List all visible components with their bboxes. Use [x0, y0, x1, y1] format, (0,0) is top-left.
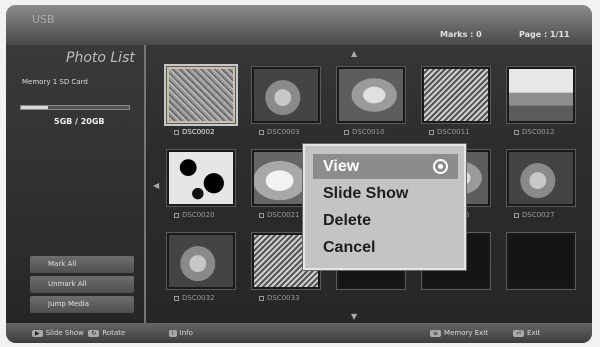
panel-title: Photo List — [66, 50, 135, 66]
hint-memory-label: Memory Exit — [444, 329, 488, 337]
mark-checkbox-icon[interactable] — [429, 129, 434, 135]
context-menu: View Slide Show Delete Cancel — [303, 144, 466, 270]
scroll-down-icon[interactable]: ▼ — [351, 312, 357, 321]
photo-caption: DSC0032 — [174, 294, 215, 302]
photo-caption: DSC0010 — [344, 128, 385, 136]
bottom-bar: ▶ Slide Show ↻ Rotate i Info ≡ Memory Exit ⏎… — [6, 323, 592, 343]
storage-usage-bar — [20, 105, 130, 110]
list-key-icon: ≡ — [430, 330, 442, 337]
top-bar: USB Marks : 0 Page : 1/11 — [6, 5, 592, 45]
photo-caption: DSC0002 — [174, 128, 215, 136]
photo-thumbnail[interactable] — [336, 66, 406, 124]
photo-image — [509, 69, 573, 121]
photo-thumbnail[interactable] — [421, 66, 491, 124]
photo-caption-text: DSC0012 — [522, 128, 555, 136]
photo-caption: DSC0027 — [514, 211, 555, 219]
hint-memory-exit: ≡ Memory Exit — [430, 329, 488, 337]
rotate-icon: ↻ — [88, 330, 100, 337]
device-name: Memory 1 SD Card — [22, 78, 88, 86]
menu-item-slide-show[interactable]: Slide Show — [313, 181, 458, 206]
left-panel: Photo List Memory 1 SD Card 5GB / 20GB M… — [6, 45, 144, 323]
photo-image — [509, 235, 573, 287]
photo-caption-text: DSC0032 — [182, 294, 215, 302]
photo-caption-text: DSC0003 — [267, 128, 300, 136]
hint-slide-label: Slide Show — [45, 329, 84, 337]
photo-caption: DSC0011 — [429, 128, 470, 136]
photo-thumbnail[interactable] — [506, 232, 576, 290]
photo-thumbnail[interactable] — [506, 149, 576, 207]
photo-caption: DSC0003 — [259, 128, 300, 136]
hint-exit-label: Exit — [527, 329, 541, 337]
photo-caption-text: DSC0002 — [182, 128, 215, 136]
mark-checkbox-icon[interactable] — [514, 212, 519, 218]
photo-image — [169, 235, 233, 287]
photo-thumbnail[interactable] — [164, 64, 238, 126]
mark-all-button[interactable]: Mark All — [30, 256, 134, 273]
mark-checkbox-icon[interactable] — [259, 129, 264, 135]
photo-caption-text: DSC0011 — [437, 128, 470, 136]
hint-info: i Info — [169, 329, 193, 337]
photo-image — [169, 152, 233, 204]
photo-image — [254, 69, 318, 121]
photo-caption-text: DSC0027 — [522, 211, 555, 219]
photo-image — [339, 69, 403, 121]
photo-image — [424, 69, 488, 121]
menu-item-view[interactable]: View — [313, 154, 458, 179]
photo-caption: DSC0033 — [259, 294, 300, 302]
hint-rotate-label: Rotate — [102, 329, 126, 337]
photo-caption: DSC0020 — [174, 211, 215, 219]
ok-button-icon — [433, 159, 448, 174]
storage-count: 5GB / 20GB — [54, 117, 105, 126]
menu-item-view-label: View — [323, 158, 360, 175]
photo-list-screen: USB Marks : 0 Page : 1/11 Photo List Mem… — [6, 5, 592, 343]
mark-checkbox-icon[interactable] — [259, 212, 264, 218]
jump-media-button[interactable]: Jump Media — [30, 296, 134, 313]
menu-item-delete[interactable]: Delete — [313, 208, 458, 233]
exit-key-icon: ⏎ — [513, 330, 525, 337]
page-indicator: Page : 1/11 — [519, 30, 570, 39]
info-icon: i — [169, 330, 177, 337]
scroll-left-icon[interactable]: ◀ — [153, 181, 159, 190]
photo-caption-text: DSC0020 — [182, 211, 215, 219]
hint-info-label: Info — [179, 329, 193, 337]
photo-image — [169, 69, 233, 121]
mark-checkbox-icon[interactable] — [344, 129, 349, 135]
play-icon: ▶ — [32, 330, 43, 337]
mark-checkbox-icon[interactable] — [514, 129, 519, 135]
hint-exit: ⏎ Exit — [513, 329, 540, 337]
photo-caption-text: DSC0010 — [352, 128, 385, 136]
marks-count: Marks : 0 — [440, 30, 482, 39]
brand-label: USB — [32, 13, 55, 26]
photo-thumbnail[interactable] — [506, 66, 576, 124]
storage-usage-fill — [21, 106, 48, 109]
mark-checkbox-icon[interactable] — [259, 295, 264, 301]
scroll-up-icon[interactable]: ▲ — [351, 49, 357, 58]
photo-caption-text: DSC0033 — [267, 294, 300, 302]
mark-checkbox-icon[interactable] — [174, 295, 179, 301]
photo-caption: DSC0021 — [259, 211, 300, 219]
photo-thumbnail[interactable] — [166, 149, 236, 207]
photo-caption: DSC0012 — [514, 128, 555, 136]
panel-divider — [144, 45, 146, 323]
hint-slide-show: ▶ Slide Show ↻ Rotate — [32, 329, 125, 337]
photo-thumbnail[interactable] — [166, 232, 236, 290]
menu-item-cancel[interactable]: Cancel — [313, 235, 458, 260]
mark-checkbox-icon[interactable] — [174, 212, 179, 218]
photo-image — [509, 152, 573, 204]
unmark-all-button[interactable]: Unmark All — [30, 276, 134, 293]
mark-checkbox-icon[interactable] — [174, 129, 179, 135]
photo-caption-text: DSC0021 — [267, 211, 300, 219]
photo-thumbnail[interactable] — [251, 66, 321, 124]
